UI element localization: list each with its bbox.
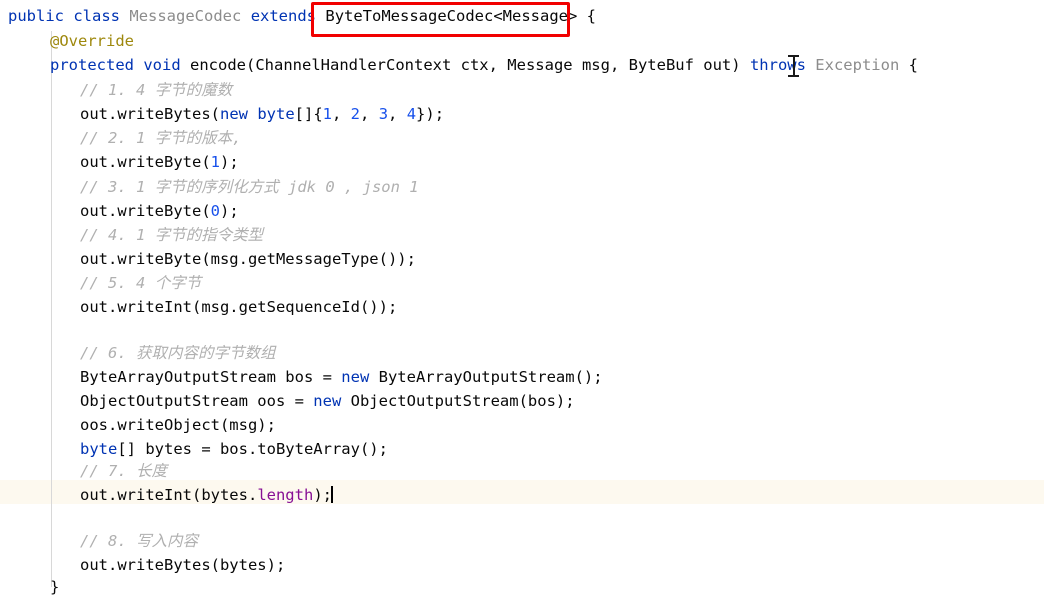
keyword-extends: extends — [250, 7, 317, 25]
code-line-21[interactable]: out.writeInt(bytes.length); — [0, 483, 333, 507]
code-line-14-blank[interactable] — [0, 319, 80, 343]
keyword-new-bos: new — [341, 368, 370, 386]
code-line-18[interactable]: oos.writeObject(msg); — [0, 413, 276, 437]
call-writebytes-prefix: out.writeBytes( — [80, 105, 220, 123]
literal-1: 1 — [322, 105, 332, 123]
literal-version: 1 — [210, 153, 220, 171]
call-writebyte-prefix-2: out.writeByte( — [80, 202, 211, 220]
comment-version: // 2. 1 字节的版本, — [80, 129, 242, 147]
class-name-messagecodec: MessageCodec — [129, 7, 242, 25]
code-line-5[interactable]: out.writeBytes(new byte[]{1, 2, 3, 4}); — [0, 102, 444, 126]
decl-oos-suffix: ObjectOutputStream(bos); — [341, 392, 575, 410]
code-line-6[interactable]: // 2. 1 字节的版本, — [0, 126, 242, 150]
comment-length: // 7. 长度 — [80, 462, 167, 480]
code-line-1[interactable]: public class MessageCodec extends ByteTo… — [0, 4, 596, 28]
comma-1: , — [332, 105, 351, 123]
call-writeint-length-suffix: ); — [313, 486, 332, 504]
keyword-new-oos: new — [313, 392, 342, 410]
literal-4: 4 — [406, 105, 417, 123]
code-line-20[interactable]: // 7. 长度 — [0, 459, 167, 483]
open-brace-method: { — [908, 56, 918, 74]
text-caret — [330, 486, 333, 503]
code-line-13[interactable]: out.writeInt(msg.getSequenceId()); — [0, 295, 397, 319]
keyword-throws: throws — [749, 56, 806, 74]
method-name-encode: encode — [190, 56, 247, 74]
call-writebyte-suffix-2: ); — [220, 202, 239, 220]
keyword-protected: protected — [50, 56, 134, 74]
comment-four-bytes: // 5. 4 个字节 — [80, 274, 202, 292]
decl-bytes-suffix: [] bytes = bos.toByteArray(); — [117, 440, 388, 458]
super-type-bytetomessagecodec: ByteToMessageCodec<Message> — [325, 7, 578, 25]
keyword-void: void — [143, 56, 181, 74]
comma-3: , — [388, 105, 407, 123]
keyword-byte-array: byte — [80, 440, 118, 458]
keyword-new: new — [219, 105, 248, 123]
comment-command-type: // 4. 1 字节的指令类型 — [80, 226, 264, 244]
code-line-11[interactable]: out.writeByte(msg.getMessageType()); — [0, 247, 416, 271]
decl-bos-prefix: ByteArrayOutputStream bos = — [80, 368, 342, 386]
code-editor[interactable]: public class MessageCodec extends ByteTo… — [0, 0, 1044, 595]
code-line-17[interactable]: ObjectOutputStream oos = new ObjectOutpu… — [0, 389, 575, 413]
code-line-8[interactable]: // 3. 1 字节的序列化方式 jdk 0 , json 1 — [0, 175, 419, 199]
code-line-25[interactable]: } — [0, 575, 59, 595]
annotation-override: @Override — [50, 32, 134, 50]
decl-oos-prefix: ObjectOutputStream oos = — [80, 392, 314, 410]
code-line-22-blank[interactable] — [0, 507, 80, 531]
comment-serialization: // 3. 1 字节的序列化方式 jdk 0 , json 1 — [80, 178, 419, 196]
comma-2: , — [360, 105, 379, 123]
code-line-23[interactable]: // 8. 写入内容 — [0, 529, 198, 553]
code-line-2[interactable]: @Override — [0, 29, 134, 53]
comment-get-bytes: // 6. 获取内容的字节数组 — [80, 344, 276, 362]
code-line-24[interactable]: out.writeBytes(bytes); — [0, 553, 285, 577]
code-line-19[interactable]: byte[] bytes = bos.toByteArray(); — [0, 437, 388, 461]
literal-2: 2 — [350, 105, 361, 123]
field-length: length — [257, 486, 314, 504]
keyword-class: class — [73, 7, 121, 25]
keyword-byte: byte — [257, 105, 295, 123]
method-parameters: (ChannelHandlerContext ctx, Message msg,… — [246, 56, 741, 74]
call-writebytes-suffix: }); — [416, 105, 445, 123]
code-line-16[interactable]: ByteArrayOutputStream bos = new ByteArra… — [0, 365, 603, 389]
open-brace-class: { — [586, 7, 597, 25]
exception-type: Exception — [815, 56, 900, 74]
call-writebyte-suffix-1: ); — [220, 153, 239, 171]
close-brace-method: } — [50, 578, 60, 595]
code-line-7[interactable]: out.writeByte(1); — [0, 150, 239, 174]
array-brackets: []{ — [294, 105, 323, 123]
code-line-9[interactable]: out.writeByte(0); — [0, 199, 239, 223]
comment-magic-number: // 1. 4 字节的魔数 — [80, 81, 233, 99]
call-writebytes-content: out.writeBytes(bytes); — [80, 556, 286, 574]
comment-write-content: // 8. 写入内容 — [80, 532, 198, 550]
code-line-12[interactable]: // 5. 4 个字节 — [0, 271, 201, 295]
call-writeint-sequenceid: out.writeInt(msg.getSequenceId()); — [80, 298, 398, 316]
code-line-10[interactable]: // 4. 1 字节的指令类型 — [0, 223, 263, 247]
call-writeint-length-prefix: out.writeInt(bytes. — [80, 486, 258, 504]
code-line-3[interactable]: protected void encode(ChannelHandlerCont… — [0, 53, 918, 77]
decl-bos-suffix: ByteArrayOutputStream(); — [369, 368, 603, 386]
call-writeobject: oos.writeObject(msg); — [80, 416, 276, 434]
call-writebyte-messagetype: out.writeByte(msg.getMessageType()); — [80, 250, 416, 268]
keyword-public: public — [8, 7, 64, 25]
call-writebyte-prefix-1: out.writeByte( — [80, 153, 211, 171]
code-line-15[interactable]: // 6. 获取内容的字节数组 — [0, 341, 276, 365]
code-line-4[interactable]: // 1. 4 字节的魔数 — [0, 78, 232, 102]
literal-serialization: 0 — [210, 202, 220, 220]
literal-3: 3 — [378, 105, 389, 123]
